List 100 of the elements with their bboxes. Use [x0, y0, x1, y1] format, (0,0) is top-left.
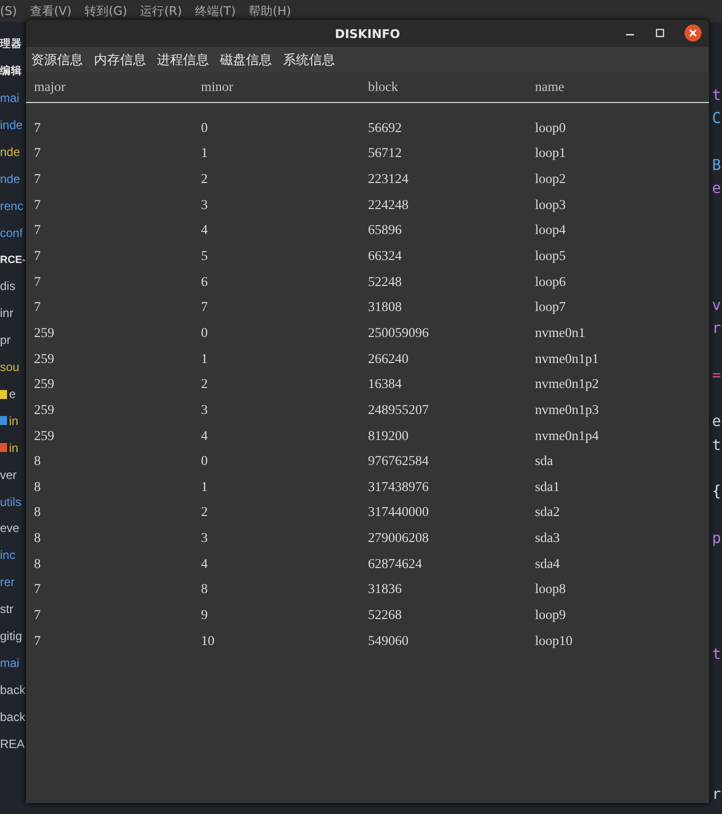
table-cell-text: nvme0n1p1	[535, 350, 600, 367]
table-cell-text: 224248	[368, 196, 410, 213]
table-cell-text: 8	[201, 581, 209, 598]
table-cell-text: 4	[201, 556, 209, 572]
table-cell-text: 0	[201, 453, 209, 470]
table-cell-text: 62874624	[368, 556, 423, 572]
menu-item[interactable]: (S)	[0, 4, 17, 18]
table-cell-text: 4	[201, 222, 209, 238]
menu-item[interactable]: 内存信息	[94, 50, 146, 68]
table-cell-text: 7	[34, 222, 42, 238]
explorer-item[interactable]: back	[0, 682, 26, 697]
table-cell-text: 819200	[368, 428, 410, 444]
explorer-item[interactable]: nde	[0, 145, 20, 159]
explorer-item[interactable]: back	[0, 710, 26, 724]
table-cell-text: 9	[201, 606, 209, 623]
table-cell-text: 2	[201, 376, 209, 392]
table-cell-text: 7	[34, 632, 42, 649]
menu-item[interactable]: 运行(R)	[140, 2, 182, 20]
explorer-item[interactable]: ver	[0, 468, 17, 482]
table-cell-text: 266240	[368, 350, 410, 367]
code-text: r	[712, 785, 722, 803]
explorer-item[interactable]: pr	[0, 333, 11, 348]
code-text: e	[712, 179, 722, 198]
code-text: =	[712, 366, 722, 384]
table-cell-text: 223124	[368, 171, 410, 188]
table-cell-text: 8	[34, 530, 42, 546]
explorer-item[interactable]: inr	[0, 306, 14, 320]
column-header[interactable]: block	[368, 79, 535, 95]
explorer-item[interactable]: mai	[0, 91, 20, 106]
table-cell-text: loop5	[535, 248, 567, 264]
column-header[interactable]: minor	[201, 79, 368, 95]
menu-item[interactable]: 系统信息	[283, 50, 335, 68]
explorer-item[interactable]: conf	[0, 226, 23, 240]
table-cell-text: 31808	[368, 299, 403, 316]
menu-item[interactable]: 资源信息	[31, 50, 83, 68]
close-icon[interactable]	[684, 24, 702, 42]
menu-item[interactable]: 转到(G)	[84, 2, 128, 20]
code-text: v	[712, 296, 722, 314]
table-cell-text: 52268	[368, 606, 403, 623]
explorer-item[interactable]: eve	[0, 521, 20, 536]
file-icon	[0, 416, 7, 426]
explorer-item[interactable]: inc	[0, 548, 16, 562]
window-title: DISKINFO	[334, 26, 400, 40]
explorer-item[interactable]: sou	[0, 360, 20, 374]
maximize-icon[interactable]	[654, 27, 666, 39]
table-cell-text: 1	[201, 145, 209, 162]
explorer-item[interactable]: in	[9, 440, 18, 455]
code-text: B	[712, 156, 722, 174]
explorer-item[interactable]: renc	[0, 198, 24, 213]
table-cell-text: 16384	[368, 376, 403, 392]
explorer-item[interactable]: str	[0, 602, 14, 616]
table-cell-text: loop6	[535, 274, 567, 290]
column-header[interactable]: name	[535, 79, 702, 95]
table-cell-text: 0	[201, 120, 209, 136]
table-cell-text: 8	[34, 453, 42, 470]
explorer-item[interactable]: dis	[0, 279, 16, 294]
table-cell-text: 976762584	[368, 453, 430, 470]
explorer-item[interactable]: 理器	[0, 37, 22, 52]
table-cell-text: 52248	[368, 274, 403, 290]
table-cell-text: 549060	[368, 632, 410, 649]
explorer-item[interactable]: RCE-	[0, 254, 26, 266]
table-cell-text: 248955207	[368, 402, 430, 418]
table-cell-text: loop7	[535, 299, 567, 316]
menu-item[interactable]: 进程信息	[157, 50, 209, 68]
explorer-item[interactable]: inde	[0, 118, 23, 132]
table-cell-text: 7	[34, 145, 42, 162]
menu-item[interactable]: 磁盘信息	[220, 50, 272, 68]
table-cell-text: sda4	[535, 556, 561, 572]
explorer-item[interactable]: nde	[0, 172, 20, 186]
table-cell-text: 317438976	[368, 478, 430, 495]
table-cell-text: 7	[34, 299, 42, 316]
table-cell-text: 7	[34, 581, 42, 598]
file-icon	[0, 443, 7, 452]
table-cell-text: 2	[201, 171, 209, 188]
code-text: t	[712, 645, 722, 664]
code-text: C	[712, 109, 722, 128]
table-cell-text: 2	[201, 504, 209, 520]
explorer-item[interactable]: gitig	[0, 629, 22, 644]
table-cell-text: 259	[34, 402, 56, 418]
table-cell-text: 4	[201, 428, 209, 444]
explorer-item[interactable]: in	[9, 414, 18, 428]
menu-item[interactable]: 帮助(H)	[248, 2, 292, 20]
table-cell-text: 3	[201, 402, 209, 418]
table-cell-text: loop9	[535, 606, 567, 623]
table-cell-text: 259	[34, 428, 56, 444]
explorer-item[interactable]: rer	[0, 575, 15, 590]
menu-item[interactable]: 终端(T)	[194, 2, 236, 20]
explorer-item[interactable]: REA	[0, 736, 25, 751]
table-cell-text: 7	[34, 606, 42, 623]
explorer-item[interactable]: e	[9, 387, 16, 402]
explorer-item[interactable]: mai	[0, 656, 20, 670]
table-cell-text: 8	[34, 478, 42, 495]
explorer-item[interactable]: 编辑	[0, 64, 22, 78]
code-text: r	[712, 319, 722, 337]
table-cell-text: 8	[34, 556, 42, 572]
column-header[interactable]: major	[34, 79, 201, 95]
explorer-item[interactable]: utils	[0, 494, 22, 509]
table-cell-text: 7	[34, 171, 42, 188]
table-cell-text: 7	[34, 120, 42, 136]
menu-item[interactable]: 查看(V)	[30, 2, 72, 20]
